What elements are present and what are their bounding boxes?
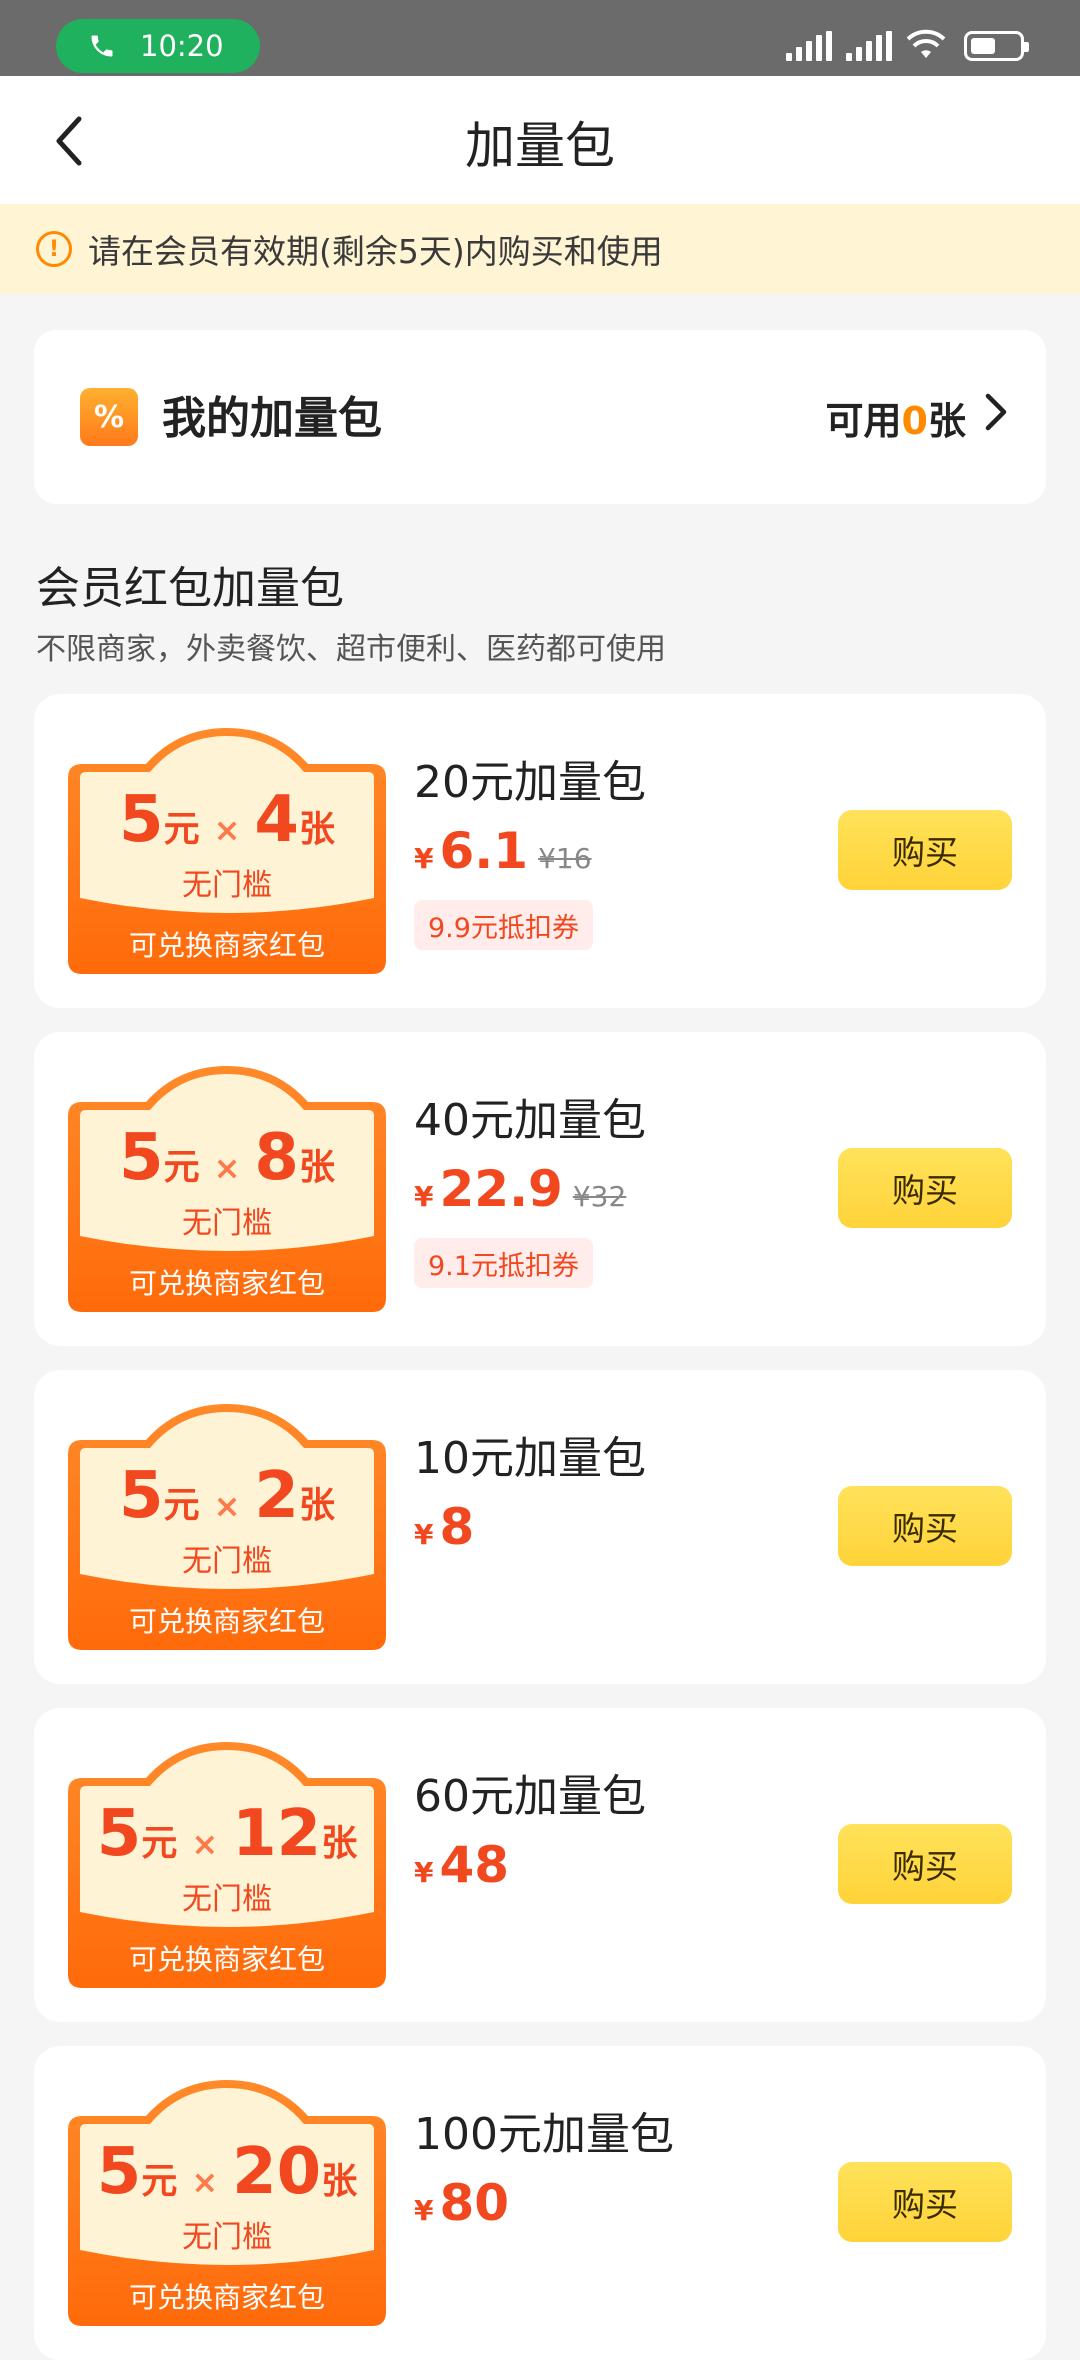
signal-icon-2	[846, 31, 892, 61]
status-bar: 10:20	[0, 0, 1080, 76]
no-threshold-label: 无门槛	[182, 868, 272, 903]
price: ¥22.9 ¥32	[414, 1160, 627, 1218]
exchange-label: 可兑换商家红包	[128, 1267, 325, 1300]
chevron-right-icon	[985, 393, 1007, 431]
section-title: 会员红包加量包	[36, 563, 344, 614]
wifi-icon	[906, 28, 946, 64]
package-name: 20元加量包	[414, 757, 646, 808]
coupon-graphic: 5元 × 20 张 无门槛 可兑换商家红包	[68, 2080, 386, 2326]
original-price: ¥32	[572, 1180, 627, 1213]
price: ¥48	[414, 1836, 510, 1894]
header: 加量包	[0, 76, 1080, 204]
coupon-graphic: 5元 × 8张 无门槛 可兑换商家红包	[68, 1066, 386, 1312]
coupon-graphic: 5元 × 12 张 无门槛 可兑换商家红包	[68, 1742, 386, 1988]
discount-badge: 9.9元抵扣券	[414, 900, 593, 950]
section-subtitle: 不限商家，外卖餐饮、超市便利、医药都可使用	[36, 632, 666, 667]
battery-icon	[964, 31, 1029, 61]
available-count: 可用0张	[825, 399, 966, 443]
price: ¥80	[414, 2174, 510, 2232]
original-price: ¥16	[538, 842, 592, 875]
package-card-3: 5元 × 2张 无门槛 可兑换商家红包 10元加量包 ¥8 购买	[34, 1370, 1046, 1684]
buy-button[interactable]: 购买	[838, 1486, 1012, 1566]
price: ¥6.1 ¥16	[414, 822, 592, 880]
no-threshold-label: 无门槛	[182, 1882, 272, 1917]
warning-icon: !	[36, 231, 72, 267]
discount-badge: 9.1元抵扣券	[414, 1238, 593, 1288]
exchange-label: 可兑换商家红包	[128, 2281, 325, 2314]
package-name: 10元加量包	[414, 1433, 646, 1484]
package-name: 100元加量包	[414, 2109, 674, 2160]
buy-button[interactable]: 购买	[838, 2162, 1012, 2242]
no-threshold-label: 无门槛	[182, 1206, 272, 1241]
exchange-label: 可兑换商家红包	[128, 1943, 325, 1976]
package-name: 60元加量包	[414, 1771, 646, 1822]
package-name: 40元加量包	[414, 1095, 646, 1146]
notice-text: 请在会员有效期(剩余5天)内购买和使用	[88, 232, 663, 271]
system-icons	[786, 28, 1029, 64]
package-card-2: 5元 × 8张 无门槛 可兑换商家红包 40元加量包 ¥22.9 ¥32 9.1元…	[34, 1032, 1046, 1346]
coupon-graphic: 5元 × 2张 无门槛 可兑换商家红包	[68, 1404, 386, 1650]
page-title: 加量包	[465, 117, 615, 175]
package-card-5: 5元 × 20 张 无门槛 可兑换商家红包 100元加量包 ¥80 购买	[34, 2046, 1046, 2360]
coupon-graphic: 5元 × 4张 无门槛 可兑换商家红包	[68, 728, 386, 974]
no-threshold-label: 无门槛	[182, 2220, 272, 2255]
buy-button[interactable]: 购买	[838, 810, 1012, 890]
buy-button[interactable]: 购买	[838, 1824, 1012, 1904]
coupon-percent-icon: %	[80, 388, 138, 446]
exchange-label: 可兑换商家红包	[128, 929, 325, 962]
phone-icon	[86, 30, 118, 62]
ongoing-call-pill[interactable]: 10:20	[56, 19, 260, 73]
buy-button[interactable]: 购买	[838, 1148, 1012, 1228]
price: ¥8	[414, 1498, 475, 1556]
package-card-1: 5元 × 4张 无门槛 可兑换商家红包 20元加量包 ¥6.1 ¥16 9.9元抵…	[34, 694, 1046, 1008]
signal-icon	[786, 31, 832, 61]
exchange-label: 可兑换商家红包	[128, 1605, 325, 1638]
validity-notice: ! 请在会员有效期(剩余5天)内购买和使用	[0, 204, 1080, 294]
package-card-4: 5元 × 12 张 无门槛 可兑换商家红包 60元加量包 ¥48 购买	[34, 1708, 1046, 2022]
status-time: 10:20	[140, 29, 224, 63]
my-package-card[interactable]: % 我的加量包 可用0张	[34, 330, 1046, 504]
no-threshold-label: 无门槛	[182, 1544, 272, 1579]
my-package-title: 我的加量包	[162, 393, 382, 444]
